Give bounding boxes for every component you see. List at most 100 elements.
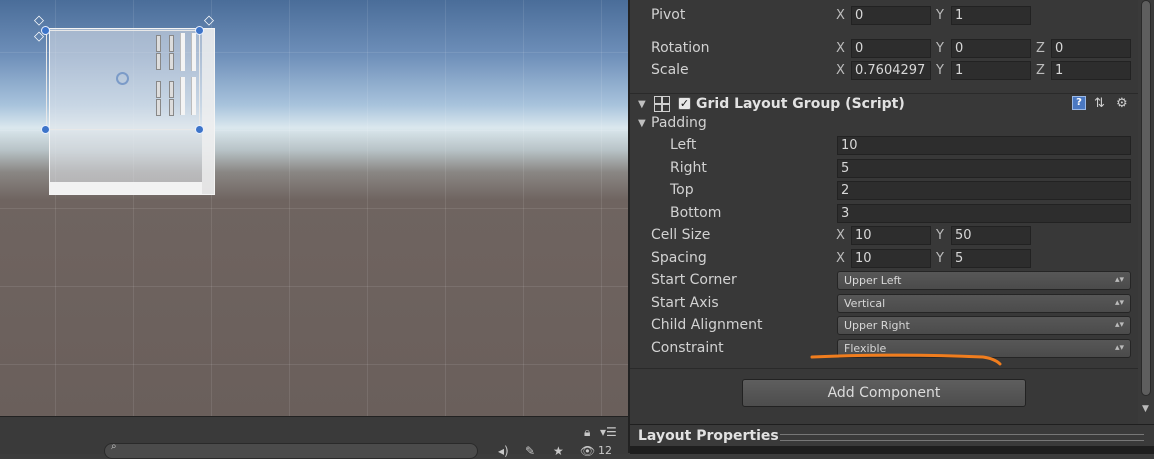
spacing-row: Spacing X 10 Y 5 — [630, 248, 1138, 270]
padding-left-label: Left — [670, 137, 697, 153]
pivot-y-field[interactable]: 1 — [951, 6, 1031, 25]
inspector-scrollbar[interactable]: ▼ — [1138, 0, 1154, 424]
scale-x-field[interactable]: 0.7604297 — [851, 61, 931, 80]
rotation-y-field[interactable]: 0 — [951, 39, 1031, 58]
child-alignment-row: Child Alignment Upper Right ▴▾ — [630, 315, 1138, 337]
dropdown-arrow-icon: ▴▾ — [1114, 320, 1124, 330]
start-corner-row: Start Corner Upper Left ▴▾ — [630, 270, 1138, 292]
padding-bottom-field[interactable]: 3 — [837, 204, 1131, 223]
hierarchy-search-input[interactable]: ⌕ — [104, 441, 478, 459]
padding-label: Padding — [651, 115, 707, 131]
padding-row[interactable]: ▼ Padding — [630, 113, 1138, 135]
visible-count: 12 — [598, 444, 612, 457]
constraint-label: Constraint — [651, 340, 724, 356]
cell-size-row: Cell Size X 10 Y 50 — [630, 225, 1138, 247]
help-icon[interactable]: ? — [1072, 96, 1086, 110]
scroll-down-icon[interactable]: ▼ — [1142, 404, 1149, 414]
grid-layout-icon — [654, 96, 670, 112]
cell-size-x-field[interactable]: 10 — [851, 226, 931, 245]
rect-bottom-strip — [50, 182, 202, 194]
anchor-top-left-icon[interactable]: ◇ — [34, 14, 44, 27]
lock-icon[interactable]: 🔒︎ — [584, 425, 590, 440]
anchor-bottom-left-icon[interactable]: ◇ — [34, 30, 44, 43]
foldout-arrow-icon[interactable]: ▼ — [638, 99, 646, 110]
pivot-icon[interactable] — [116, 72, 129, 85]
start-corner-dropdown[interactable]: Upper Left ▴▾ — [837, 271, 1131, 290]
padding-top-label: Top — [670, 182, 694, 198]
scale-row: Scale X 0.7604297 Y 1 Z 1 — [630, 60, 1138, 82]
padding-bottom-row: Bottom 3 — [630, 203, 1138, 225]
anchor-top-right-icon[interactable]: ◇ — [204, 14, 214, 27]
start-axis-value: Vertical — [844, 297, 886, 310]
start-axis-dropdown[interactable]: Vertical ▴▾ — [837, 294, 1131, 313]
padding-right-label: Right — [670, 160, 707, 176]
dropdown-arrow-icon: ▴▾ — [1114, 298, 1124, 308]
audio-icon[interactable]: ◂) — [498, 444, 509, 458]
scale-label: Scale — [651, 62, 689, 78]
padding-right-field[interactable]: 5 — [837, 159, 1131, 178]
pivot-x-axis: X — [836, 8, 845, 23]
padding-left-field[interactable]: 10 — [837, 136, 1131, 155]
spacing-y-axis: Y — [936, 251, 944, 266]
preset-icon[interactable]: ⇅ — [1094, 96, 1105, 111]
search-icon: ⌕ — [111, 441, 117, 452]
cell-size-y-field[interactable]: 50 — [951, 226, 1031, 245]
rect-handle-bottom-right[interactable] — [195, 125, 204, 134]
pivot-label: Pivot — [651, 7, 686, 23]
rotation-z-field[interactable]: 0 — [1051, 39, 1131, 58]
dropdown-arrow-icon: ▴▾ — [1114, 343, 1124, 353]
visibility-icon[interactable]: 👁︎ — [580, 444, 595, 458]
add-component-button[interactable]: Add Component — [742, 379, 1026, 407]
scale-z-field[interactable]: 1 — [1051, 61, 1131, 80]
padding-left-row: Left 10 — [630, 135, 1138, 157]
start-corner-value: Upper Left — [844, 274, 902, 287]
spacing-y-field[interactable]: 5 — [951, 249, 1031, 268]
tool-icon[interactable]: ✎ — [525, 444, 535, 458]
annotation-underline — [810, 353, 1002, 366]
start-axis-row: Start Axis Vertical ▴▾ — [630, 293, 1138, 315]
cell-size-x-axis: X — [836, 228, 845, 243]
pivot-row: Pivot X 0 Y 1 — [630, 5, 1138, 27]
rotation-label: Rotation — [651, 40, 710, 56]
rect-handle-top-right[interactable] — [195, 26, 204, 35]
child-alignment-label: Child Alignment — [651, 317, 763, 333]
pivot-y-axis: Y — [936, 8, 944, 23]
scale-y-axis: Y — [936, 63, 944, 78]
rotation-row: Rotation X 0 Y 0 Z 0 — [630, 38, 1138, 60]
rect-handle-bottom-left[interactable] — [41, 125, 50, 134]
padding-foldout-icon[interactable]: ▼ — [638, 118, 646, 129]
spacing-label: Spacing — [651, 250, 707, 266]
spacing-x-field[interactable]: 10 — [851, 249, 931, 268]
padding-top-row: Top 2 — [630, 180, 1138, 202]
start-axis-label: Start Axis — [651, 295, 719, 311]
rotation-y-axis: Y — [936, 41, 944, 56]
cell-size-y-axis: Y — [936, 228, 944, 243]
star-icon[interactable]: ★ — [553, 444, 564, 458]
layout-properties-title: Layout Properties — [638, 428, 779, 444]
padding-top-field[interactable]: 2 — [837, 181, 1131, 200]
child-alignment-dropdown[interactable]: Upper Right ▴▾ — [837, 316, 1131, 335]
scale-y-field[interactable]: 1 — [951, 61, 1031, 80]
gear-icon[interactable]: ⚙ — [1116, 96, 1128, 111]
scrollbar-thumb[interactable] — [1141, 0, 1151, 396]
cell-size-label: Cell Size — [651, 227, 711, 243]
padding-right-row: Right 5 — [630, 158, 1138, 180]
menu-icon[interactable]: ▾☰ — [600, 425, 617, 439]
start-corner-label: Start Corner — [651, 272, 737, 288]
component-enabled-checkbox[interactable]: ✓ — [678, 97, 691, 110]
rotation-z-axis: Z — [1036, 41, 1045, 56]
scene-view[interactable]: ◇ ◇ ◇ — [0, 0, 628, 416]
scale-x-axis: X — [836, 63, 845, 78]
rotation-x-axis: X — [836, 41, 845, 56]
rotation-x-field[interactable]: 0 — [851, 39, 931, 58]
scale-z-axis: Z — [1036, 63, 1045, 78]
scene-toolbar: 🔒︎ ▾☰ ⌕ ◂) ✎ ★ 👁︎ 12 — [0, 416, 628, 459]
child-alignment-value: Upper Right — [844, 319, 910, 332]
spacing-x-axis: X — [836, 251, 845, 266]
panel-drag-handle[interactable] — [780, 434, 1144, 441]
dropdown-arrow-icon: ▴▾ — [1114, 275, 1124, 285]
inspector-panel: Pivot X 0 Y 1 Rotation X 0 Y 0 Z 0 Scale… — [628, 0, 1154, 454]
layout-properties-panel[interactable]: Layout Properties — [630, 424, 1154, 454]
pivot-x-field[interactable]: 0 — [851, 6, 931, 25]
padding-bottom-label: Bottom — [670, 205, 722, 221]
